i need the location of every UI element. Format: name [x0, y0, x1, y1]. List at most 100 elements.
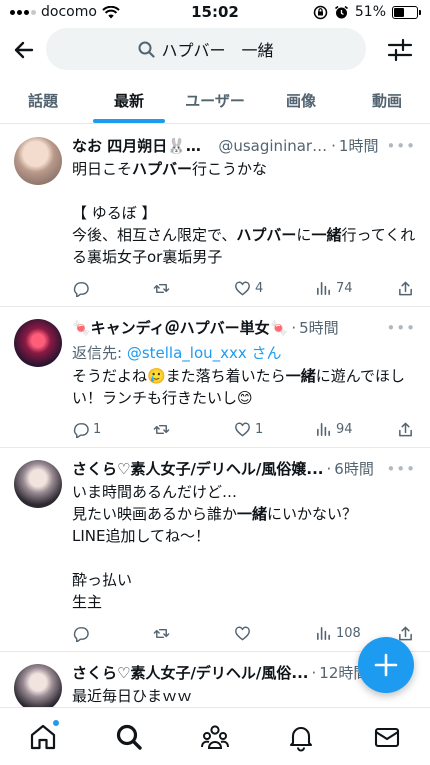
- tab-label: ユーザー: [185, 92, 245, 110]
- avatar[interactable]: [14, 664, 62, 707]
- tweet-text: いま時間あるんだけど… 見たい映画あるから誰か一緒にいかない？ LINE追加して…: [72, 483, 358, 611]
- reply-button[interactable]: [72, 625, 118, 642]
- author-name[interactable]: さくら♡素人女子/デリヘル/風俗...: [72, 662, 309, 683]
- like-button[interactable]: 1: [234, 421, 280, 438]
- retweet-icon: [153, 283, 170, 293]
- retweet-button[interactable]: [153, 625, 199, 642]
- reply-button[interactable]: 1: [72, 421, 118, 438]
- more-options-icon[interactable]: •••: [378, 137, 416, 155]
- plus-icon: [374, 653, 398, 677]
- tweet-header: なお 四月朔日🐰🐰© @usagininarit... · 1時間 •••: [72, 135, 416, 156]
- author-name[interactable]: 🍬キャンディ＠ハプバー単女🍬: [72, 317, 288, 338]
- bottom-nav: [0, 707, 430, 765]
- retweet-icon: [153, 628, 170, 638]
- nav-search[interactable]: [114, 722, 144, 752]
- sliders-icon[interactable]: [384, 34, 416, 66]
- tab-label: 話題: [27, 92, 58, 110]
- mail-icon: [374, 727, 400, 748]
- like-count: 4: [255, 280, 264, 296]
- retweet-button[interactable]: [153, 421, 199, 438]
- reply-context: 返信先: @stella_lou_xxx さん: [72, 342, 416, 363]
- heart-icon: [235, 281, 250, 295]
- author-handle[interactable]: @usagininarit...: [218, 137, 328, 155]
- separator-dot: ·: [326, 460, 332, 478]
- share-icon: [399, 422, 412, 436]
- search-icon: [138, 41, 156, 58]
- reply-icon: [73, 281, 89, 297]
- tweet-body: 🍬キャンディ＠ハプバー単女🍬 · 5時間 ••• 返信先: @stella_lou_xx…: [72, 317, 416, 439]
- tab-2[interactable]: ユーザー: [172, 76, 258, 123]
- views-icon: [317, 422, 330, 436]
- like-count: 1: [255, 421, 264, 437]
- share-button[interactable]: [396, 625, 414, 642]
- tab-3[interactable]: 画像: [258, 76, 344, 123]
- tweet-actions: 1 1 94: [72, 419, 414, 439]
- tweet-text: そうだよね🥲また落ち着いたら一緒に遊んでほしい！ランチも行きたいし😊: [72, 367, 405, 407]
- communities-icon: [201, 725, 229, 749]
- notification-dot: [52, 719, 60, 727]
- retweet-icon: [153, 424, 170, 434]
- views-count: 74: [336, 280, 353, 296]
- reply-mention[interactable]: @stella_lou_xxx: [127, 344, 247, 362]
- search-input[interactable]: ハプバー 一緒: [46, 28, 366, 70]
- arrow-left-icon[interactable]: [8, 34, 40, 66]
- tweet[interactable]: なお 四月朔日🐰🐰© @usagininarit... · 1時間 ••• 明日こそハプバ…: [0, 125, 430, 307]
- nav-communities[interactable]: [200, 722, 230, 752]
- views-button[interactable]: 94: [315, 421, 361, 438]
- alarm-icon: [334, 5, 348, 18]
- separator-dot: ·: [331, 137, 336, 155]
- status-bar: docomo 15:02 51%: [0, 0, 430, 26]
- rotation-lock-icon: [313, 5, 328, 19]
- avatar[interactable]: [14, 460, 62, 508]
- author-name[interactable]: さくら♡素人女子/デリヘル/風俗嬢...: [72, 458, 324, 479]
- tab-0[interactable]: 話題: [0, 76, 86, 123]
- tweet-time[interactable]: 5時間: [299, 317, 339, 338]
- nav-messages[interactable]: [372, 722, 402, 752]
- like-button[interactable]: [234, 625, 280, 642]
- compose-button[interactable]: [358, 637, 414, 693]
- tweet-text: 最近毎日ひまｗｗ 映画好きな人一緒に見に行かない？: [72, 687, 193, 705]
- reply-suffix: さん: [246, 344, 282, 362]
- like-button[interactable]: 4: [234, 280, 280, 297]
- bell-icon: [289, 727, 313, 752]
- avatar[interactable]: [14, 319, 62, 367]
- tweet-actions: 4 74: [72, 278, 414, 298]
- tweet[interactable]: さくら♡素人女子/デリヘル/風俗嬢... · 6時間 ••• いま時間あるんだけど… 見…: [0, 448, 430, 652]
- views-icon: [317, 626, 330, 640]
- tweet-header: さくら♡素人女子/デリヘル/風俗嬢... · 6時間 •••: [72, 458, 416, 479]
- tweet-header: 🍬キャンディ＠ハプバー単女🍬 · 5時間 •••: [72, 317, 416, 338]
- nav-notifications[interactable]: [286, 722, 316, 752]
- tab-4[interactable]: 動画: [344, 76, 430, 123]
- separator-dot: ·: [311, 664, 317, 682]
- battery-icon: [392, 5, 421, 19]
- share-button[interactable]: [396, 421, 414, 438]
- reply-button[interactable]: [72, 280, 118, 297]
- reply-prefix: 返信先:: [72, 344, 127, 362]
- reply-count: 1: [93, 421, 102, 437]
- search-tabs: 話題 最新 ユーザー 画像 動画: [0, 76, 430, 124]
- tweet-feed[interactable]: なお 四月朔日🐰🐰© @usagininarit... · 1時間 ••• 明日こそハプバ…: [0, 125, 430, 707]
- views-button[interactable]: 74: [315, 280, 361, 297]
- reply-icon: [73, 626, 89, 642]
- views-button[interactable]: 108: [315, 625, 361, 642]
- more-options-icon[interactable]: •••: [378, 319, 416, 337]
- nav-home[interactable]: [28, 719, 60, 752]
- share-button[interactable]: [396, 280, 414, 297]
- tab-label: 最新: [113, 92, 144, 110]
- separator-dot: ·: [291, 319, 297, 337]
- tweet-actions: 108: [72, 623, 414, 643]
- author-name[interactable]: なお 四月朔日🐰🐰©: [72, 135, 214, 156]
- search-header: ハプバー 一緒: [0, 26, 430, 74]
- tab-label: 動画: [371, 92, 402, 110]
- views-count: 108: [336, 625, 361, 641]
- retweet-button[interactable]: [153, 280, 199, 297]
- tab-1[interactable]: 最新: [86, 76, 172, 123]
- more-options-icon[interactable]: •••: [378, 460, 416, 478]
- tweet-time[interactable]: 6時間: [334, 458, 374, 479]
- avatar[interactable]: [14, 137, 62, 185]
- tweet-text: 明日こそハプバー行こうかな 【 ゆるぼ 】 今後、相互さん限定で、ハプバーに一緒…: [72, 160, 416, 266]
- tweet[interactable]: 🍬キャンディ＠ハプバー単女🍬 · 5時間 ••• 返信先: @stella_lou_xx…: [0, 307, 430, 448]
- tweet-time[interactable]: 1時間: [339, 135, 379, 156]
- heart-icon: [235, 422, 250, 436]
- heart-icon: [235, 626, 250, 640]
